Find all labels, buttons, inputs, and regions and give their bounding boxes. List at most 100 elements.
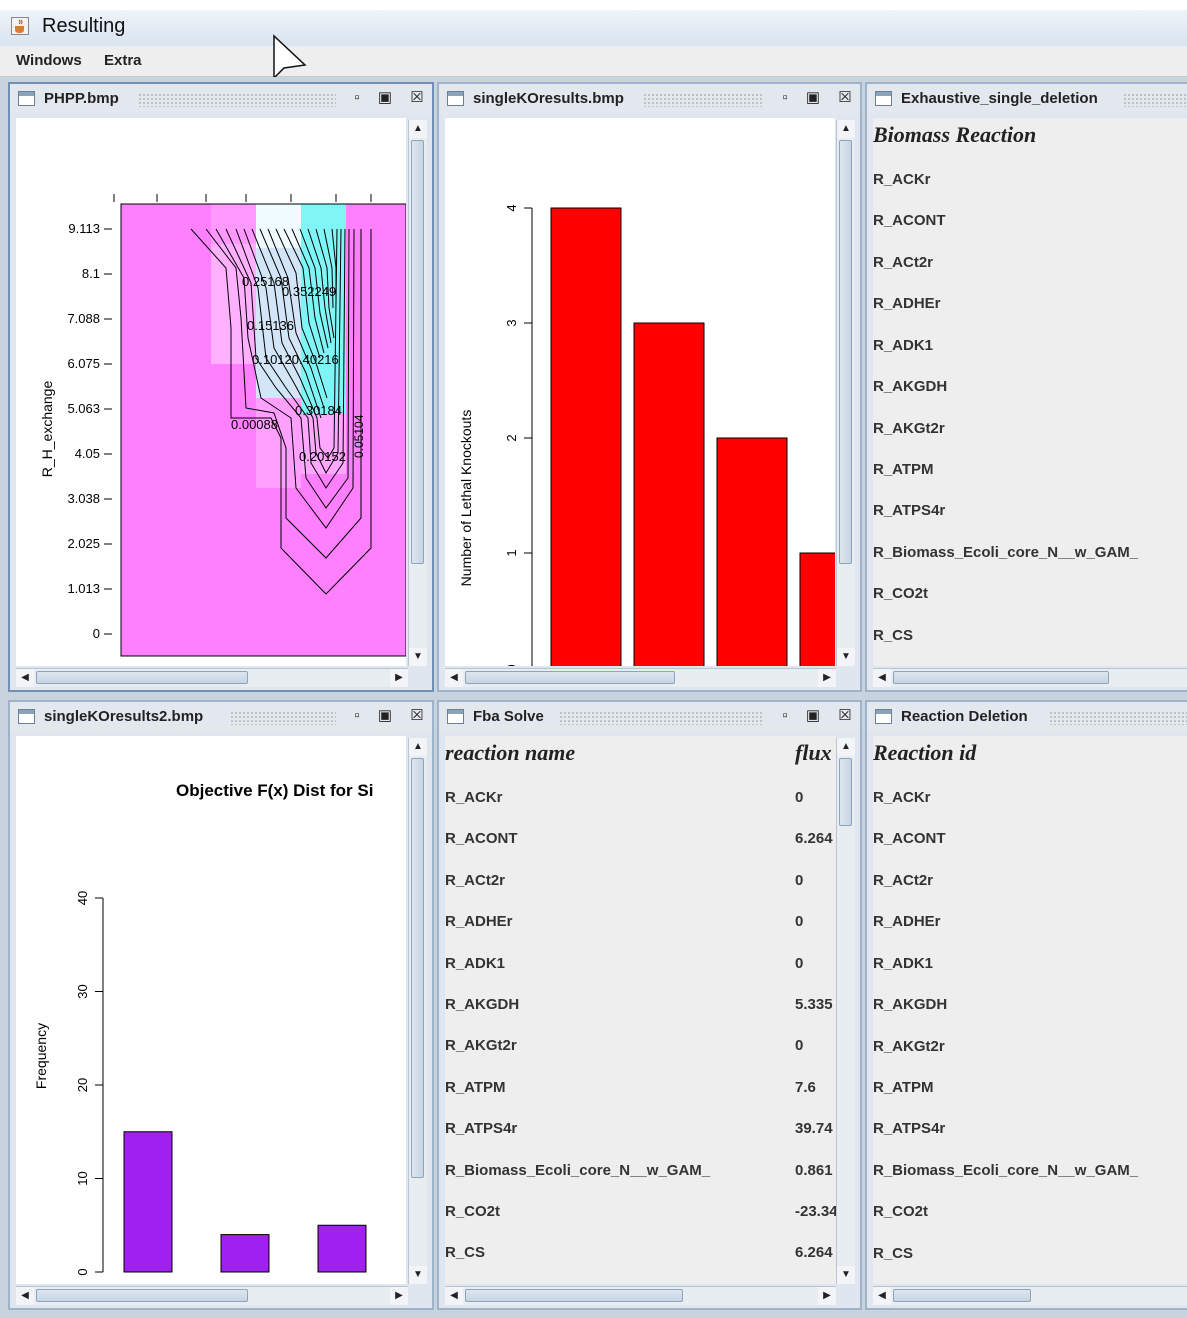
scroll-thumb[interactable] xyxy=(465,1289,683,1302)
table-row[interactable]: R_ADHEr xyxy=(873,295,941,312)
table-row[interactable]: R_CS xyxy=(873,627,913,644)
scroll-right-icon[interactable]: ▶ xyxy=(818,1287,836,1305)
table-row[interactable]: R_AKGDH xyxy=(873,378,947,395)
maximize-icon[interactable]: ▣ xyxy=(376,89,394,107)
fba-reaction-name[interactable]: R_ACKr xyxy=(445,789,503,806)
scroll-right-icon[interactable]: ▶ xyxy=(390,669,408,687)
scroll-up-icon[interactable]: ▲ xyxy=(409,738,427,756)
scroll-right-icon[interactable]: ▶ xyxy=(818,669,836,687)
table-row[interactable]: R_ACONT xyxy=(873,830,946,847)
frame-single-ko2-titlebar[interactable]: singleKOresults2.bmp ▫ ▣ ☒ xyxy=(10,702,432,732)
fba-flux-value[interactable]: 0 xyxy=(795,955,803,972)
scroll-down-icon[interactable]: ▼ xyxy=(837,1266,855,1284)
frame-single-ko2[interactable]: singleKOresults2.bmp ▫ ▣ ☒ Objective F(x… xyxy=(8,700,434,1310)
maximize-icon[interactable]: ▣ xyxy=(804,707,822,725)
close-icon[interactable]: ☒ xyxy=(408,707,426,725)
frame-phpp-titlebar[interactable]: PHPP.bmp ▫ ▣ ☒ xyxy=(10,84,432,114)
vertical-scrollbar[interactable]: ▲ ▼ xyxy=(836,120,855,666)
table-row[interactable]: R_ATPS4r xyxy=(873,1120,945,1137)
fba-flux-value[interactable]: 7.6 xyxy=(795,1079,816,1096)
horizontal-scrollbar[interactable]: ◀ xyxy=(873,1286,1187,1305)
vertical-scrollbar[interactable]: ▲ ▼ xyxy=(408,120,427,666)
frame-fba-titlebar[interactable]: Fba Solve ▫ ▣ ☒ xyxy=(439,702,860,732)
table-row[interactable]: R_CO2t xyxy=(873,585,928,602)
table-row[interactable]: R_ACKr xyxy=(873,171,931,188)
minimize-icon[interactable]: ▫ xyxy=(348,707,366,725)
vertical-scrollbar[interactable]: ▲ ▼ xyxy=(836,738,855,1284)
horizontal-scrollbar[interactable]: ◀ xyxy=(873,668,1187,687)
fba-flux-value[interactable]: 0 xyxy=(795,1037,803,1054)
frame-single-ko-titlebar[interactable]: singleKOresults.bmp ▫ ▣ ☒ xyxy=(439,84,860,114)
fba-reaction-name[interactable]: R_CO2t xyxy=(445,1203,500,1220)
table-row[interactable]: R_ACKr xyxy=(873,789,931,806)
frame-single-ko[interactable]: singleKOresults.bmp ▫ ▣ ☒ Number of Leth… xyxy=(437,82,862,692)
fba-flux-value[interactable]: 0.861 xyxy=(795,1162,833,1179)
horizontal-scrollbar[interactable]: ◀ ▶ xyxy=(445,668,836,687)
menu-extra[interactable]: Extra xyxy=(104,52,142,69)
fba-reaction-name[interactable]: R_ATPM xyxy=(445,1079,506,1096)
scroll-down-icon[interactable]: ▼ xyxy=(409,648,427,666)
close-icon[interactable]: ☒ xyxy=(836,89,854,107)
fba-reaction-name[interactable]: R_ADHEr xyxy=(445,913,513,930)
frame-exhaustive[interactable]: Exhaustive_single_deletion Biomass React… xyxy=(865,82,1187,692)
fba-reaction-name[interactable]: R_AKGDH xyxy=(445,996,519,1013)
horizontal-scrollbar[interactable]: ◀ ▶ xyxy=(445,1286,836,1305)
scroll-thumb[interactable] xyxy=(36,1289,248,1302)
frame-reaction-deletion[interactable]: Reaction Deletion Reaction id R_ACKr R_A… xyxy=(865,700,1187,1310)
fba-flux-value[interactable]: 39.74 xyxy=(795,1120,833,1137)
table-row[interactable]: R_ADK1 xyxy=(873,337,933,354)
table-row[interactable]: R_AKGt2r xyxy=(873,1038,945,1055)
fba-flux-value[interactable]: 0 xyxy=(795,872,803,889)
scroll-thumb[interactable] xyxy=(893,1289,1031,1302)
fba-reaction-name[interactable]: R_Biomass_Ecoli_core_N__w_GAM_ xyxy=(445,1162,710,1179)
scroll-thumb[interactable] xyxy=(839,140,852,564)
frame-phpp[interactable]: PHPP.bmp ▫ ▣ ☒ 9.113 8.1 7.088 6.075 5.0… xyxy=(8,82,434,692)
horizontal-scrollbar[interactable]: ◀ ▶ xyxy=(16,668,408,687)
table-row[interactable]: R_Biomass_Ecoli_core_N__w_GAM_ xyxy=(873,1162,1138,1179)
scroll-down-icon[interactable]: ▼ xyxy=(409,1266,427,1284)
table-row[interactable]: R_ATPS4r xyxy=(873,502,945,519)
scroll-up-icon[interactable]: ▲ xyxy=(837,738,855,756)
frame-fba-solve[interactable]: Fba Solve ▫ ▣ ☒ reaction name flux R_ACK… xyxy=(437,700,862,1310)
scroll-thumb[interactable] xyxy=(839,758,852,826)
scroll-thumb[interactable] xyxy=(411,758,424,1178)
minimize-icon[interactable]: ▫ xyxy=(348,89,366,107)
table-row[interactable]: R_ACt2r xyxy=(873,872,933,889)
table-row[interactable]: R_ATPM xyxy=(873,461,934,478)
table-row[interactable]: R_CO2t xyxy=(873,1203,928,1220)
fba-reaction-name[interactable]: R_ADK1 xyxy=(445,955,505,972)
fba-flux-value[interactable]: 0 xyxy=(795,913,803,930)
table-row[interactable]: R_AKGDH xyxy=(873,996,947,1013)
menu-windows[interactable]: Windows xyxy=(16,52,82,69)
table-row[interactable]: R_AKGt2r xyxy=(873,420,945,437)
close-icon[interactable]: ☒ xyxy=(836,707,854,725)
close-icon[interactable]: ☒ xyxy=(408,89,426,107)
table-row[interactable]: R_ADHEr xyxy=(873,913,941,930)
minimize-icon[interactable]: ▫ xyxy=(776,707,794,725)
scroll-up-icon[interactable]: ▲ xyxy=(837,120,855,138)
fba-reaction-name[interactable]: R_ACt2r xyxy=(445,872,505,889)
scroll-left-icon[interactable]: ◀ xyxy=(445,669,463,687)
maximize-icon[interactable]: ▣ xyxy=(376,707,394,725)
vertical-scrollbar[interactable]: ▲ ▼ xyxy=(408,738,427,1284)
frame-reaction-deletion-titlebar[interactable]: Reaction Deletion xyxy=(867,702,1187,732)
minimize-icon[interactable]: ▫ xyxy=(776,89,794,107)
fba-reaction-name[interactable]: R_ATPS4r xyxy=(445,1120,517,1137)
scroll-thumb[interactable] xyxy=(36,671,248,684)
scroll-right-icon[interactable]: ▶ xyxy=(390,1287,408,1305)
scroll-thumb[interactable] xyxy=(411,140,424,564)
horizontal-scrollbar[interactable]: ◀ ▶ xyxy=(16,1286,408,1305)
table-row[interactable]: R_ACONT xyxy=(873,212,946,229)
table-row[interactable]: R_Biomass_Ecoli_core_N__w_GAM_ xyxy=(873,544,1138,561)
table-row[interactable]: R_CS xyxy=(873,1245,913,1262)
scroll-down-icon[interactable]: ▼ xyxy=(837,648,855,666)
scroll-left-icon[interactable]: ◀ xyxy=(16,669,34,687)
maximize-icon[interactable]: ▣ xyxy=(804,89,822,107)
fba-flux-value[interactable]: 6.264 xyxy=(795,1244,833,1261)
table-row[interactable]: R_ATPM xyxy=(873,1079,934,1096)
fba-flux-value[interactable]: 5.335 xyxy=(795,996,833,1013)
fba-flux-value[interactable]: 0 xyxy=(795,789,803,806)
table-row[interactable]: R_ACt2r xyxy=(873,254,933,271)
scroll-thumb[interactable] xyxy=(465,671,675,684)
fba-reaction-name[interactable]: R_AKGt2r xyxy=(445,1037,517,1054)
